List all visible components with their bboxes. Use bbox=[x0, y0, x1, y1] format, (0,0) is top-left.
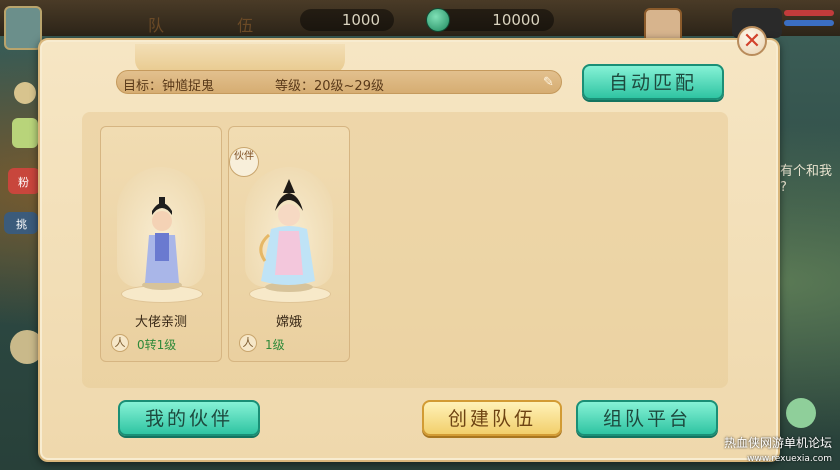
team-target-bar[interactable]: 目标：钟馗捉鬼 等级：20级~29级 ✎ bbox=[116, 70, 562, 94]
npc-hint-text: 有个和我 bbox=[780, 164, 833, 179]
edit-pencil-icon[interactable]: ✎ bbox=[543, 75, 559, 91]
currency-display-1: 1000 bbox=[300, 9, 394, 31]
auto-match-button[interactable]: 自动匹配 bbox=[582, 64, 724, 100]
npc-hint-text-2: ? bbox=[780, 180, 787, 195]
map-icon[interactable] bbox=[4, 6, 42, 50]
create-team-button[interactable]: 创建队伍 bbox=[422, 400, 562, 436]
currency-1-value: 1000 bbox=[341, 11, 380, 29]
challenge-label: 挑 bbox=[16, 218, 27, 231]
partner-badge: 伙伴 bbox=[229, 147, 259, 177]
add-icon[interactable] bbox=[14, 82, 36, 104]
change-partner-figure bbox=[259, 179, 315, 292]
close-button[interactable]: ✕ bbox=[737, 26, 767, 56]
member-card[interactable]: 大佬亲测 人 0转1级 bbox=[100, 126, 222, 362]
level-range-label: 等级：20级~29级 bbox=[275, 79, 384, 94]
target-label: 目标：钟馗捉鬼 bbox=[123, 79, 215, 94]
team-platform-button[interactable]: 组队平台 bbox=[576, 400, 718, 436]
watermark-line-2: www.rexuexia.com bbox=[747, 454, 832, 464]
member-name: 大佬亲测 bbox=[134, 315, 187, 330]
male-hero-figure bbox=[142, 197, 182, 290]
activity-icon[interactable]: 粉 bbox=[8, 168, 40, 194]
gift-icon[interactable] bbox=[12, 118, 38, 148]
reincarnation-icon: 人 bbox=[239, 334, 257, 352]
create-team-label: 创建队伍 bbox=[447, 408, 536, 430]
activity-label: 粉 bbox=[18, 176, 29, 189]
top-bar bbox=[0, 0, 840, 36]
expand-plus-icon[interactable] bbox=[786, 398, 816, 428]
mp-bar bbox=[784, 20, 834, 26]
member-level: 1级 bbox=[265, 338, 285, 352]
forum-watermark: 热血侠网游单机论坛 www.rexuexia.com bbox=[724, 436, 832, 466]
close-icon: ✕ bbox=[742, 28, 762, 54]
member-card[interactable]: 伙伴 嫦娥 人 1级 bbox=[228, 126, 350, 362]
challenge-icon[interactable]: 挑 bbox=[4, 212, 38, 234]
currency-2-value: 10000 bbox=[492, 11, 540, 29]
my-partners-label: 我的伙伴 bbox=[144, 408, 233, 430]
panel-title: 队 伍 bbox=[148, 16, 288, 35]
jade-coin-icon bbox=[426, 8, 450, 32]
member-level: 0转1级 bbox=[137, 338, 177, 352]
hp-bar bbox=[784, 10, 834, 16]
auto-match-label: 自动匹配 bbox=[608, 72, 697, 94]
reincarnation-icon: 人 bbox=[111, 334, 129, 352]
my-partners-button[interactable]: 我的伙伴 bbox=[118, 400, 260, 436]
member-name: 嫦娥 bbox=[275, 315, 302, 330]
team-platform-label: 组队平台 bbox=[602, 408, 691, 430]
currency-display-2: 10000 bbox=[426, 8, 554, 32]
watermark-line-1: 热血侠网游单机论坛 bbox=[723, 436, 832, 450]
